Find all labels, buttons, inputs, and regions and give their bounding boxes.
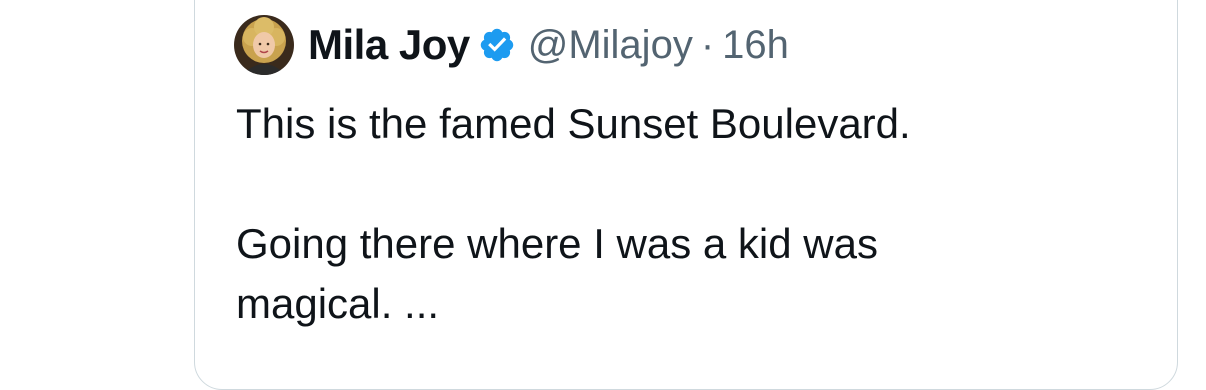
author-display-name[interactable]: Mila Joy: [308, 21, 470, 69]
tweet-text-line: magical. ...: [236, 280, 440, 327]
tweet-text-line: Going there where I was a kid was: [236, 220, 878, 267]
avatar[interactable]: [234, 15, 294, 75]
tweet-timestamp[interactable]: 16h: [722, 23, 789, 68]
avatar-photo-icon: [234, 15, 294, 75]
tweet-text: This is the famed Sunset Boulevard. Goin…: [236, 94, 1136, 334]
tweet-header: Mila Joy @Milajoy · 16h: [234, 14, 789, 76]
separator-dot: ·: [700, 22, 715, 67]
verified-badge-icon: [478, 26, 516, 64]
author-handle[interactable]: @Milajoy: [528, 23, 693, 68]
tweet-text-line: This is the famed Sunset Boulevard.: [236, 100, 911, 147]
